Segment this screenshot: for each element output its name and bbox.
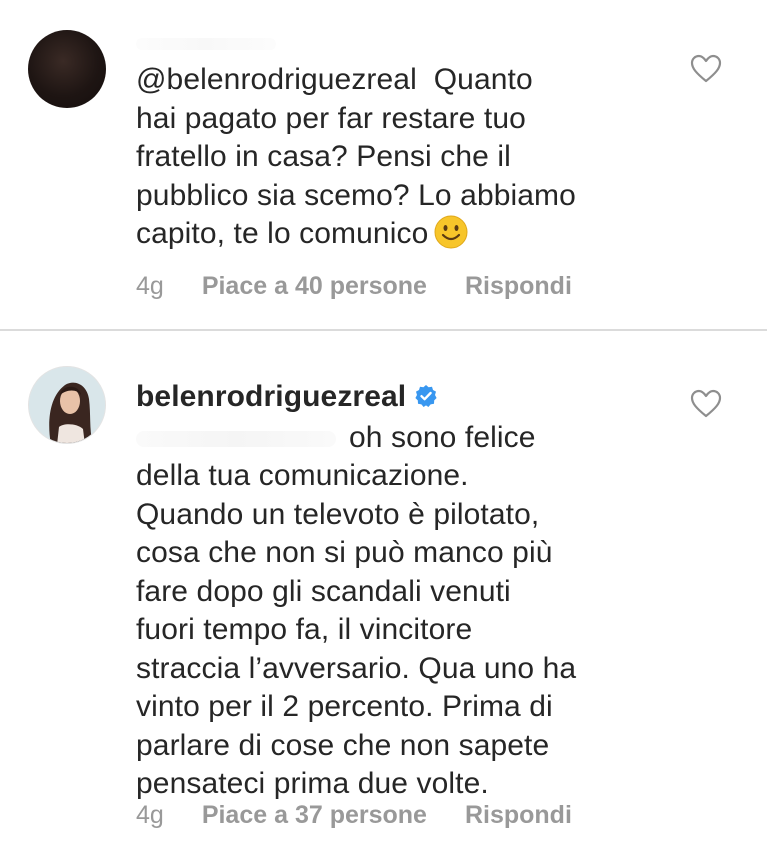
comment-text: belenrodriguezreal oh sono felice della … bbox=[136, 378, 676, 804]
avatar[interactable] bbox=[28, 30, 106, 108]
comment-meta: 4g Piace a 40 persone Rispondi bbox=[136, 272, 610, 301]
slightly-smiling-face-icon bbox=[434, 215, 468, 260]
username-link[interactable]: belenrodriguezreal bbox=[136, 380, 406, 413]
mention-link[interactable]: @belenrodriguezreal bbox=[136, 63, 417, 96]
reply-button[interactable]: Rispondi bbox=[465, 801, 572, 829]
comment-item: belenrodriguezreal oh sono felice della … bbox=[0, 331, 767, 856]
comment-text: @belenrodriguezreal Quanto hai pagato pe… bbox=[136, 61, 676, 260]
timestamp: 4g bbox=[136, 272, 164, 300]
like-heart-icon[interactable] bbox=[690, 54, 722, 84]
comment-line: fratello in casa? Pensi che il bbox=[136, 140, 511, 173]
comment-item: @belenrodriguezreal Quanto hai pagato pe… bbox=[0, 0, 767, 330]
comment-line: fare dopo gli scandali venuti bbox=[136, 574, 511, 608]
likes-count-link[interactable]: Piace a 40 persone bbox=[202, 272, 427, 300]
avatar[interactable] bbox=[28, 366, 106, 444]
comment-line: hai pagato per far restare tuo bbox=[136, 101, 526, 135]
comment-line: straccia l’avversario. Qua uno ha bbox=[136, 651, 577, 685]
comment-line: cosa che non si può manco più bbox=[136, 536, 553, 569]
reply-button[interactable]: Rispondi bbox=[465, 272, 572, 300]
comment-meta: 4g Piace a 37 persone Rispondi bbox=[136, 801, 610, 830]
comment-line: Quanto bbox=[433, 63, 533, 96]
comment-line: fuori tempo fa, il vincitore bbox=[136, 613, 473, 646]
comment-line: oh sono felice bbox=[349, 420, 536, 454]
timestamp: 4g bbox=[136, 801, 164, 829]
comment-line: pubblico sia scemo? Lo abbiamo bbox=[136, 178, 576, 212]
likes-count-link[interactable]: Piace a 37 persone bbox=[202, 801, 427, 829]
comment-line: vinto per il 2 percento. Prima di bbox=[136, 690, 553, 723]
blurred-mention bbox=[136, 430, 336, 447]
blurred-username bbox=[136, 38, 276, 50]
comment-line: parlare di cose che non sapete bbox=[136, 728, 550, 762]
comment-line: pensateci prima due volte. bbox=[136, 767, 489, 800]
comment-line: capito, te lo comunico bbox=[136, 217, 429, 250]
comment-line: della tua comunicazione. bbox=[136, 459, 469, 492]
verified-badge-icon bbox=[414, 380, 438, 419]
comment-line: Quando un televoto è pilotato, bbox=[136, 497, 540, 531]
like-heart-icon[interactable] bbox=[690, 389, 722, 419]
